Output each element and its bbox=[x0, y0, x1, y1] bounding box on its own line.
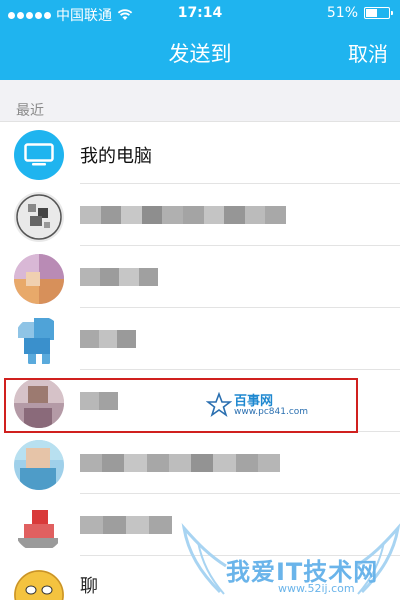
emoji-avatar bbox=[14, 570, 64, 600]
status-bar: 中国联通 17:14 51% bbox=[0, 0, 400, 28]
list-item[interactable] bbox=[0, 184, 400, 246]
contact-name-blurred bbox=[80, 516, 172, 534]
list-item-my-computer[interactable]: 我的电脑 bbox=[0, 122, 400, 184]
watermark-pc841: 百事网 www.pc841.com bbox=[206, 390, 346, 424]
list-item[interactable] bbox=[0, 246, 400, 308]
top-bar: 中国联通 17:14 51% 发送到 取消 bbox=[0, 0, 400, 80]
contact-name-blurred bbox=[80, 454, 280, 472]
status-right: 51% bbox=[326, 5, 393, 21]
watermark-url: www.52ij.com bbox=[278, 582, 355, 595]
list-item[interactable] bbox=[0, 432, 400, 494]
cancel-button[interactable]: 取消 bbox=[348, 38, 388, 67]
list-item[interactable] bbox=[0, 308, 400, 370]
avatar bbox=[14, 254, 64, 304]
list-item-label: 我的电脑 bbox=[80, 146, 152, 167]
page-title: 发送到 bbox=[168, 42, 232, 66]
watermark-52ij: 我爱IT技术网 www.52ij.com bbox=[180, 522, 400, 600]
contact-name-blurred bbox=[80, 268, 158, 286]
recent-section-header: 最近 bbox=[0, 80, 400, 122]
contact-name-blurred bbox=[80, 330, 137, 348]
recent-contact-list: 我的电脑 bbox=[0, 122, 400, 556]
list-item-label: 聊 bbox=[80, 576, 98, 597]
star-logo-icon bbox=[206, 392, 232, 418]
battery-icon bbox=[364, 7, 393, 19]
recent-label: 最近 bbox=[16, 103, 44, 119]
avatar bbox=[14, 192, 64, 242]
avatar bbox=[14, 440, 64, 490]
avatar bbox=[14, 502, 64, 552]
battery-percentage: 51% bbox=[326, 5, 358, 21]
avatar bbox=[14, 316, 64, 366]
watermark-url: www.pc841.com bbox=[234, 407, 309, 417]
contact-name-blurred bbox=[80, 206, 286, 224]
computer-icon bbox=[14, 130, 64, 180]
battery-fill bbox=[366, 9, 378, 17]
